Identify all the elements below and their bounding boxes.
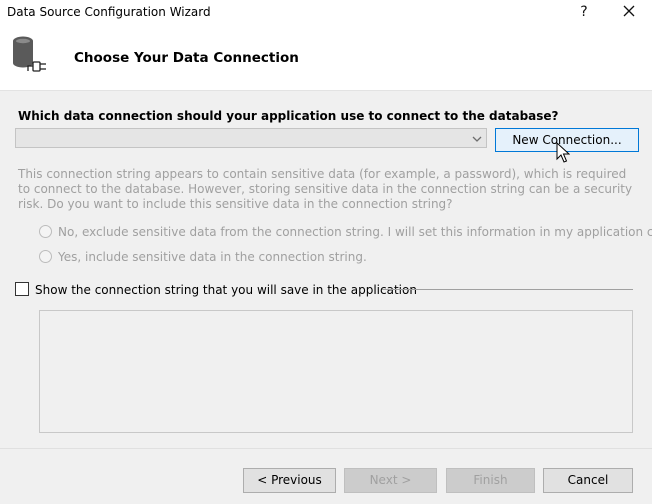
finish-button[interactable]: Finish bbox=[446, 468, 535, 493]
exclude-radio-button[interactable] bbox=[39, 225, 52, 238]
help-button[interactable]: ? bbox=[569, 0, 599, 26]
window-title: Data Source Configuration Wizard bbox=[7, 5, 211, 19]
show-connection-string-label: Show the connection string that you will… bbox=[35, 283, 417, 297]
database-connection-icon bbox=[10, 35, 56, 78]
cancel-button[interactable]: Cancel bbox=[543, 468, 633, 493]
page-title: Choose Your Data Connection bbox=[74, 50, 299, 66]
mouse-cursor-icon bbox=[556, 141, 571, 167]
footer-divider bbox=[0, 448, 652, 449]
connection-string-textbox[interactable] bbox=[39, 310, 633, 433]
title-bar: Data Source Configuration Wizard ? bbox=[0, 0, 652, 26]
chevron-down-icon bbox=[471, 133, 483, 147]
include-sensitive-data-option[interactable]: Yes, include sensitive data in the conne… bbox=[39, 250, 367, 264]
include-radio-button[interactable] bbox=[39, 250, 52, 263]
close-button[interactable] bbox=[614, 0, 644, 26]
close-icon bbox=[623, 5, 635, 17]
include-option-label: Yes, include sensitive data in the conne… bbox=[58, 250, 367, 264]
exclude-sensitive-data-option[interactable]: No, exclude sensitive data from the conn… bbox=[39, 225, 652, 239]
connection-question-label: Which data connection should your applic… bbox=[18, 109, 559, 123]
previous-button[interactable]: < Previous bbox=[243, 468, 336, 493]
exclude-option-label: No, exclude sensitive data from the conn… bbox=[58, 225, 652, 239]
sensitive-data-warning: This connection string appears to contai… bbox=[18, 167, 633, 211]
wizard-header: Choose Your Data Connection bbox=[0, 26, 652, 91]
group-divider bbox=[382, 289, 633, 290]
show-connection-string-option[interactable]: Show the connection string that you will… bbox=[15, 282, 417, 297]
show-connection-string-checkbox[interactable] bbox=[15, 282, 29, 296]
next-button[interactable]: Next > bbox=[344, 468, 437, 493]
data-connection-dropdown[interactable] bbox=[15, 128, 487, 148]
